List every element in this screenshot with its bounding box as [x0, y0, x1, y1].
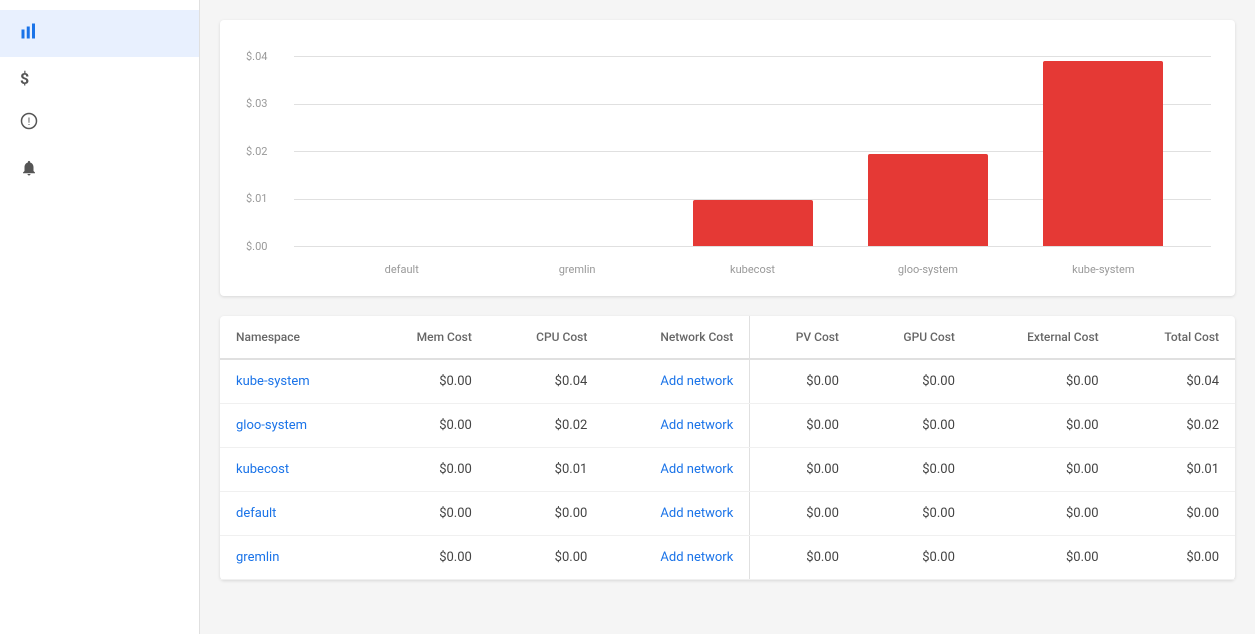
- namespace-link[interactable]: gloo-system: [236, 418, 307, 433]
- add-network-link[interactable]: Add network: [660, 374, 733, 389]
- main-content: $.04 $.03 $.02 $.01 $.00: [200, 0, 1255, 634]
- table-row: default$0.00$0.00Add network$0.00$0.00$0…: [220, 492, 1235, 536]
- table-body: kube-system$0.00$0.04Add network$0.00$0.…: [220, 359, 1235, 580]
- x-label-default: default: [314, 263, 489, 276]
- cell-cpu-cost: $0.04: [488, 359, 603, 404]
- cell-pv-cost: $0.00: [750, 404, 855, 448]
- cell-namespace: kube-system: [220, 359, 367, 404]
- col-header-network-cost: Network Cost: [603, 316, 749, 359]
- cell-gpu-cost: $0.00: [855, 492, 971, 536]
- table-row: kubecost$0.00$0.01Add network$0.00$0.00$…: [220, 448, 1235, 492]
- y-label-0: $.00: [246, 240, 267, 253]
- x-labels: default gremlin kubecost gloo-system kub…: [294, 246, 1211, 276]
- cell-mem-cost: $0.00: [367, 404, 488, 448]
- sidebar-item-savings[interactable]: $: [0, 57, 199, 100]
- cell-external-cost: $0.00: [971, 492, 1115, 536]
- cell-total-cost: $0.02: [1115, 404, 1235, 448]
- cell-namespace: gremlin: [220, 536, 367, 580]
- cell-total-cost: $0.01: [1115, 448, 1235, 492]
- col-header-gpu-cost: GPU Cost: [855, 316, 971, 359]
- health-icon: !: [20, 112, 38, 135]
- cell-network-cost: Add network: [603, 492, 749, 536]
- table-header: Namespace Mem Cost CPU Cost Network Cost…: [220, 316, 1235, 359]
- cell-network-cost: Add network: [603, 448, 749, 492]
- bar-chart: $.04 $.03 $.02 $.01 $.00: [244, 56, 1211, 276]
- cell-total-cost: $0.00: [1115, 492, 1235, 536]
- cell-namespace: gloo-system: [220, 404, 367, 448]
- sidebar-item-notifications[interactable]: [0, 147, 199, 194]
- cell-external-cost: $0.00: [971, 359, 1115, 404]
- bar-kubecost-rect: [693, 200, 813, 246]
- y-label-2: $.02: [246, 145, 267, 158]
- col-header-mem-cost: Mem Cost: [367, 316, 488, 359]
- cell-cpu-cost: $0.00: [488, 492, 603, 536]
- svg-text:!: !: [28, 115, 31, 128]
- cell-namespace: default: [220, 492, 367, 536]
- sidebar-item-allocation[interactable]: [0, 10, 199, 57]
- cell-external-cost: $0.00: [971, 404, 1115, 448]
- cell-pv-cost: $0.00: [750, 359, 855, 404]
- add-network-link[interactable]: Add network: [660, 418, 733, 433]
- y-label-1: $.01: [246, 192, 267, 205]
- cell-gpu-cost: $0.00: [855, 404, 971, 448]
- col-header-external-cost: External Cost: [971, 316, 1115, 359]
- table-card: Namespace Mem Cost CPU Cost Network Cost…: [220, 316, 1235, 580]
- cell-mem-cost: $0.00: [367, 448, 488, 492]
- table-row: kube-system$0.00$0.04Add network$0.00$0.…: [220, 359, 1235, 404]
- x-label-gremlin: gremlin: [489, 263, 664, 276]
- chart-card: $.04 $.03 $.02 $.01 $.00: [220, 20, 1235, 296]
- col-header-cpu-cost: CPU Cost: [488, 316, 603, 359]
- table-row: gloo-system$0.00$0.02Add network$0.00$0.…: [220, 404, 1235, 448]
- bar-kube-system: [1016, 61, 1191, 246]
- cell-total-cost: $0.04: [1115, 359, 1235, 404]
- y-label-3: $.03: [246, 97, 267, 110]
- cell-pv-cost: $0.00: [750, 536, 855, 580]
- namespace-link[interactable]: gremlin: [236, 550, 279, 565]
- x-label-gloo-system: gloo-system: [840, 263, 1015, 276]
- cell-cpu-cost: $0.02: [488, 404, 603, 448]
- cost-table: Namespace Mem Cost CPU Cost Network Cost…: [220, 316, 1235, 580]
- cell-total-cost: $0.00: [1115, 536, 1235, 580]
- namespace-link[interactable]: default: [236, 506, 276, 521]
- cell-pv-cost: $0.00: [750, 492, 855, 536]
- bars-area: [294, 56, 1211, 246]
- bar-kube-system-rect: [1043, 61, 1163, 246]
- cell-network-cost: Add network: [603, 359, 749, 404]
- cell-gpu-cost: $0.00: [855, 448, 971, 492]
- cell-gpu-cost: $0.00: [855, 359, 971, 404]
- cell-network-cost: Add network: [603, 536, 749, 580]
- cell-gpu-cost: $0.00: [855, 536, 971, 580]
- cell-mem-cost: $0.00: [367, 359, 488, 404]
- col-header-namespace: Namespace: [220, 316, 367, 359]
- cell-cpu-cost: $0.01: [488, 448, 603, 492]
- savings-icon: $: [20, 69, 29, 88]
- sidebar: $ !: [0, 0, 200, 634]
- cell-network-cost: Add network: [603, 404, 749, 448]
- bar-gloo-system-rect: [868, 154, 988, 246]
- add-network-link[interactable]: Add network: [660, 550, 733, 565]
- cell-mem-cost: $0.00: [367, 492, 488, 536]
- table-row: gremlin$0.00$0.00Add network$0.00$0.00$0…: [220, 536, 1235, 580]
- cell-namespace: kubecost: [220, 448, 367, 492]
- bar-kubecost: [665, 200, 840, 246]
- y-label-4: $.04: [246, 50, 267, 63]
- col-header-total-cost: Total Cost: [1115, 316, 1235, 359]
- cell-mem-cost: $0.00: [367, 536, 488, 580]
- cell-external-cost: $0.00: [971, 536, 1115, 580]
- allocation-icon: [20, 22, 38, 45]
- sidebar-item-health[interactable]: !: [0, 100, 199, 147]
- col-header-pv-cost: PV Cost: [750, 316, 855, 359]
- cell-cpu-cost: $0.00: [488, 536, 603, 580]
- namespace-link[interactable]: kube-system: [236, 374, 310, 389]
- add-network-link[interactable]: Add network: [660, 506, 733, 521]
- add-network-link[interactable]: Add network: [660, 462, 733, 477]
- notifications-icon: [20, 159, 38, 182]
- x-label-kubecost: kubecost: [665, 263, 840, 276]
- namespace-link[interactable]: kubecost: [236, 462, 289, 477]
- cell-pv-cost: $0.00: [750, 448, 855, 492]
- bar-gloo-system: [840, 154, 1015, 246]
- x-label-kube-system: kube-system: [1016, 263, 1191, 276]
- cell-external-cost: $0.00: [971, 448, 1115, 492]
